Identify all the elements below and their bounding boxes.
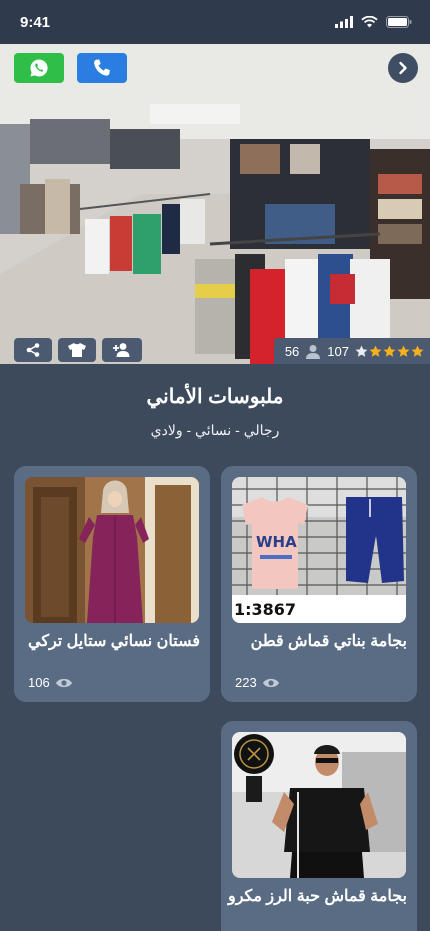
product-print-text: WHA [256,533,297,551]
view-count: 106 [28,675,73,690]
product-image [25,477,199,623]
call-button[interactable] [77,53,127,83]
eye-icon [262,678,279,687]
products-button[interactable] [58,338,96,362]
star-icon [369,345,382,357]
product-image: WHA 1:3867 [232,477,406,623]
phone-icon [94,59,110,76]
battery-icon [386,16,412,28]
whatsapp-button[interactable] [14,53,64,83]
star-icon [397,345,410,357]
store-categories: رجالي - نسائي - ولادي [150,422,280,438]
status-bar: 9:41 [0,0,430,44]
product-card[interactable]: بجامة قماش حبة الرز مكرو [221,721,417,931]
view-count: 223 [235,675,280,690]
follow-button[interactable] [102,338,142,362]
share-icon [26,343,40,357]
signal-icon [335,16,353,28]
view-count-value: 223 [235,675,257,690]
product-title: فستان نسائي ستايل تركي [27,633,200,650]
rating-stars [355,345,424,358]
store-name: ملبوسات الأماني [146,386,284,408]
product-image [232,732,406,878]
wifi-icon [361,16,378,28]
star-icon [355,345,368,357]
share-button[interactable] [14,338,52,362]
product-title: بجامة قماش حبة الرز مكرو [227,888,407,905]
next-image-button[interactable] [388,53,418,83]
add-user-icon [113,343,130,357]
status-icons [335,16,412,28]
user-icon [306,344,321,359]
view-count-value: 106 [28,675,50,690]
star-icon [383,345,396,357]
store-interior-photo [0,44,430,364]
rating-count: 107 [327,343,349,359]
product-code-text: 1:3867 [234,600,296,619]
followers-count: 56 [284,343,300,359]
star-icon [411,345,424,357]
product-card[interactable]: WHA 1:3867 بجامة بناتي قماش قطن 223 [221,466,417,702]
store-stats: 56 107 [274,338,430,364]
product-card[interactable]: فستان نسائي ستايل تركي 106 [14,466,210,702]
eye-icon [55,678,72,687]
chevron-right-icon [399,61,407,75]
whatsapp-icon [30,59,48,77]
store-cover-image: 56 107 [0,44,430,364]
status-time: 9:41 [20,13,51,31]
product-title: بجامة بناتي قماش قطن [250,633,407,650]
shirt-icon [68,343,86,357]
